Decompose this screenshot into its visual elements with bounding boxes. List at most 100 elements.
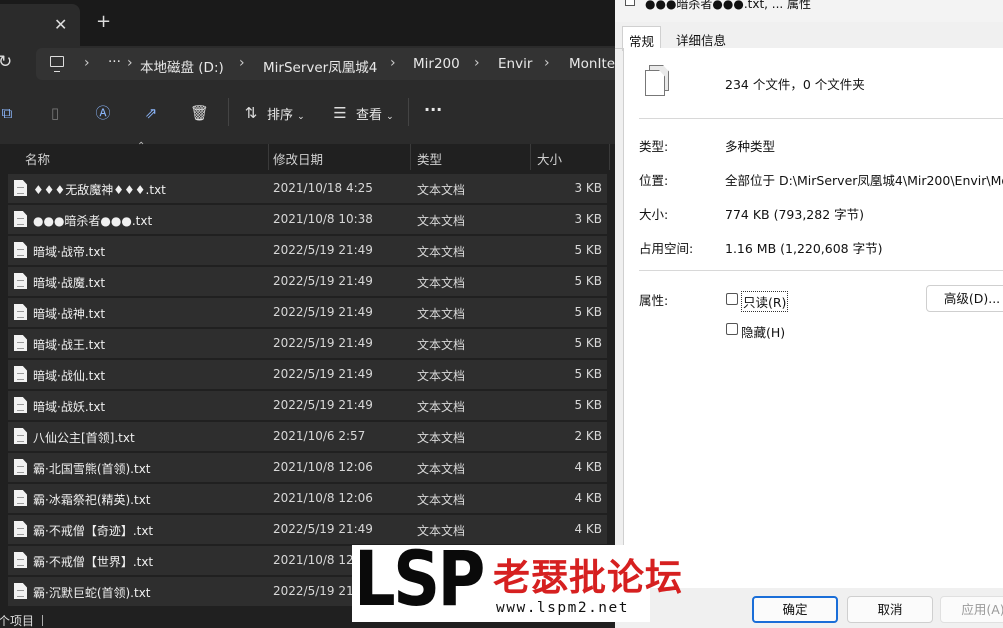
column-type[interactable]: 类型 (417, 149, 442, 168)
column-date[interactable]: 修改日期 (273, 149, 323, 168)
file-row[interactable]: 霸·冰霜祭祀(精英).txt 2021/10/8 12:06 文本文档 4 KB (8, 484, 607, 513)
text-file-icon (14, 211, 27, 227)
watermark: LSP 老瑟批论坛 www.lspm2.net (352, 536, 682, 622)
column-divider[interactable] (609, 144, 610, 170)
file-size: 2 KB (574, 429, 602, 443)
file-row[interactable]: 暗域·战帝.txt 2022/5/19 21:49 文本文档 5 KB (8, 236, 607, 265)
file-type: 文本文档 (417, 400, 466, 414)
file-row[interactable]: 八仙公主[首领].txt 2021/10/6 2:57 文本文档 2 KB (8, 422, 607, 451)
disk-size-label: 占用空间: (639, 241, 694, 256)
file-explorer-window: ✕ + ↻ › ··· › 本地磁盘 (D:) › MirServer凤凰城4 … (0, 0, 615, 628)
file-type: 文本文档 (417, 276, 466, 290)
file-row[interactable]: ●●●暗杀者●●●.txt 2021/10/8 10:38 文本文档 3 KB (8, 205, 607, 234)
copy-icon[interactable]: ⧉ (0, 104, 16, 122)
file-type: 文本文档 (417, 307, 466, 321)
text-file-icon (14, 304, 27, 320)
breadcrumb-separator-icon: › (390, 55, 396, 71)
command-bar: ⧉ ▯ Ⓐ ⇗ 🗑 ⇅ 排序 ⌄ ☰ 查看 ⌄ ··· (0, 82, 615, 144)
address-bar[interactable]: › ··· › 本地磁盘 (D:) › MirServer凤凰城4 › Mir2… (36, 48, 615, 80)
share-icon[interactable]: ⇗ (142, 104, 160, 122)
view-button[interactable]: 查看 ⌄ (356, 104, 394, 123)
file-row[interactable]: 暗域·战妖.txt 2022/5/19 21:49 文本文档 5 KB (8, 391, 607, 420)
sort-icon[interactable]: ⇅ (242, 104, 260, 122)
cancel-button[interactable]: 取消 (847, 596, 933, 623)
file-size: 5 KB (574, 336, 602, 350)
readonly-checkbox[interactable] (726, 293, 738, 305)
hidden-checkbox[interactable] (726, 323, 738, 335)
apply-button[interactable]: 应用(A) (940, 596, 1003, 623)
file-row[interactable]: 暗域·战魔.txt 2022/5/19 21:49 文本文档 5 KB (8, 267, 607, 296)
text-file-icon (14, 335, 27, 351)
view-icon[interactable]: ☰ (331, 104, 349, 122)
more-options-button[interactable]: ··· (424, 100, 442, 119)
readonly-label[interactable]: 只读(R) (741, 291, 789, 312)
hidden-label[interactable]: 隐藏(H) (741, 322, 785, 341)
file-type: 文本文档 (417, 369, 466, 383)
file-date: 2022/5/19 21:49 (273, 336, 373, 350)
breadcrumb-separator-icon: › (239, 55, 245, 71)
multiple-files-icon (645, 65, 669, 96)
file-size: 4 KB (574, 460, 602, 474)
watermark-site-name: 老瑟批论坛 (493, 556, 683, 599)
size-value: 774 KB (793,282 字节) (725, 207, 864, 222)
file-type: 文本文档 (417, 183, 466, 197)
text-file-icon (14, 490, 27, 506)
close-tab-icon[interactable]: ✕ (54, 15, 67, 34)
chevron-down-icon: ⌄ (297, 112, 305, 122)
breadcrumb-mir200[interactable]: Mir200 (413, 56, 460, 72)
sort-ascending-icon: ⌃ (137, 141, 146, 152)
new-tab-icon[interactable]: + (96, 11, 111, 32)
column-divider[interactable] (530, 144, 531, 170)
column-divider[interactable] (268, 144, 269, 170)
file-name: 霸·北国雪熊(首领).txt (33, 462, 151, 476)
file-row[interactable]: ♦♦♦无敌魔神♦♦♦.txt 2021/10/18 4:25 文本文档 3 KB (8, 174, 607, 203)
column-name[interactable]: 名称 (25, 149, 50, 168)
paste-icon[interactable]: ▯ (46, 104, 64, 122)
column-size[interactable]: 大小 (537, 149, 562, 168)
text-file-icon (14, 366, 27, 382)
file-type: 文本文档 (417, 462, 466, 476)
file-name: ♦♦♦无敌魔神♦♦♦.txt (33, 183, 166, 197)
file-type: 文本文档 (417, 493, 466, 507)
watermark-logo: LSP (354, 534, 485, 623)
toolbar-divider (408, 98, 409, 126)
type-value: 多种类型 (725, 139, 776, 154)
advanced-button[interactable]: 高级(D)... (926, 285, 1003, 312)
breadcrumb-separator-icon: › (127, 55, 133, 71)
breadcrumb-monitems[interactable]: MonIte (569, 56, 615, 72)
dialog-tabs: 常规 详细信息 (615, 22, 1003, 51)
file-row[interactable]: 霸·北国雪熊(首领).txt 2021/10/8 12:06 文本文档 4 KB (8, 453, 607, 482)
dialog-title-bar[interactable]: ●●●暗杀者●●●.txt, ... 属性 (615, 0, 1003, 22)
file-row[interactable]: 暗域·战神.txt 2022/5/19 21:49 文本文档 5 KB (8, 298, 607, 327)
file-date: 2022/5/19 21:49 (273, 367, 373, 381)
file-name: 暗域·战妖.txt (33, 400, 106, 414)
file-row[interactable]: 暗域·战王.txt 2022/5/19 21:49 文本文档 5 KB (8, 329, 607, 358)
refresh-icon[interactable]: ↻ (0, 52, 12, 72)
breadcrumb-drive-d[interactable]: 本地磁盘 (D:) (140, 56, 224, 76)
column-divider[interactable] (410, 144, 411, 170)
ok-button[interactable]: 确定 (752, 596, 838, 623)
delete-icon[interactable]: 🗑 (190, 104, 209, 122)
file-name: 暗域·战王.txt (33, 338, 106, 352)
text-file-icon (14, 583, 27, 599)
rename-icon[interactable]: Ⓐ (94, 104, 112, 122)
attributes-label: 属性: (639, 293, 669, 308)
breadcrumb-mirserver[interactable]: MirServer凤凰城4 (263, 56, 377, 76)
address-bar-area: ↻ › ··· › 本地磁盘 (D:) › MirServer凤凰城4 › Mi… (0, 46, 615, 82)
file-size: 4 KB (574, 522, 602, 536)
file-date: 2021/10/8 12 (273, 553, 354, 567)
file-row[interactable]: 暗域·战仙.txt 2022/5/19 21:49 文本文档 5 KB (8, 360, 607, 389)
file-type: 文本文档 (417, 245, 466, 259)
disk-size-value: 1.16 MB (1,220,608 字节) (725, 241, 883, 256)
breadcrumb-more[interactable]: ··· (108, 54, 121, 70)
file-date: 2021/10/8 12:06 (273, 460, 373, 474)
general-panel: 234 个文件，0 个文件夹 类型: 多种类型 位置: 全部位于 D:\MirS… (623, 48, 1003, 588)
sort-button[interactable]: 排序 ⌄ (267, 104, 305, 123)
file-row[interactable]: 霸·不戒僧【奇迹】.txt 2022/5/19 21:49 文本文档 4 KB (8, 515, 607, 544)
breadcrumb-envir[interactable]: Envir (498, 56, 532, 72)
explorer-tab[interactable]: ✕ (0, 4, 80, 46)
file-size: 5 KB (574, 305, 602, 319)
tab-details[interactable]: 详细信息 (670, 26, 732, 50)
this-pc-icon[interactable] (50, 56, 64, 72)
text-file-icon (14, 428, 27, 444)
